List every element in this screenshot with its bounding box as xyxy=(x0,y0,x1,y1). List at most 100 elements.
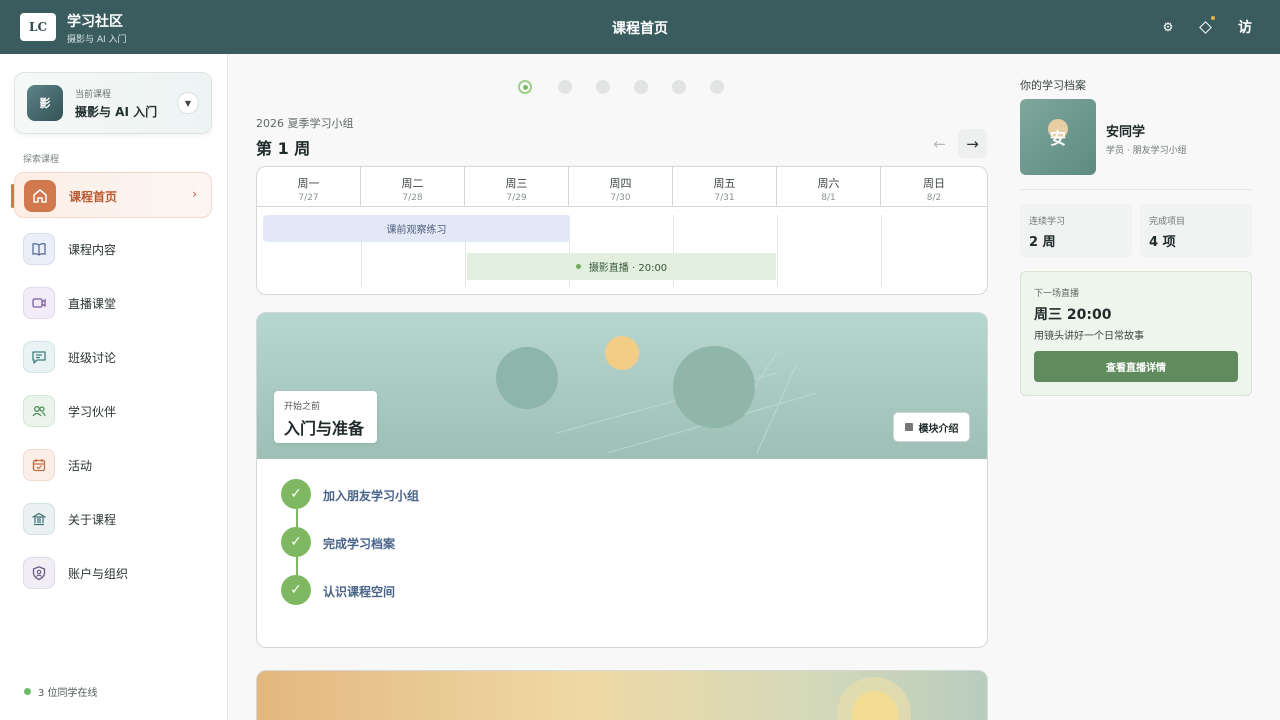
pager-dot[interactable] xyxy=(596,80,610,94)
course-caption: 当前课程 xyxy=(75,90,112,100)
step-label: 认识课程空间 xyxy=(323,585,396,599)
calendar-day: 周一 7/27 xyxy=(257,167,361,207)
pager-dot[interactable] xyxy=(672,80,686,94)
stat-card: 完成项目 4 项 xyxy=(1140,204,1252,257)
module-intro-button[interactable]: 模块介绍 xyxy=(893,412,970,442)
day-date: 8/2 xyxy=(926,193,942,203)
home-icon xyxy=(24,180,56,212)
sun-icon xyxy=(605,336,639,370)
divider xyxy=(1020,189,1252,190)
stat-value: 4 项 xyxy=(1149,235,1176,250)
week-calendar: 周一 7/27 周二 7/28 周三 7/29 周四 7/30 周五 7/31 周六 8/1… xyxy=(256,166,988,295)
sidebar-item-content[interactable]: 课程内容 xyxy=(14,226,212,272)
module-intro-label: 模块介绍 xyxy=(918,423,959,435)
module-title: 入门与准备 xyxy=(284,419,365,438)
profile-avatar[interactable]: 安 xyxy=(1020,99,1096,175)
profile-role: 学员 · 朋友学习小组 xyxy=(1106,146,1187,156)
pager-dot[interactable] xyxy=(558,80,572,94)
calendar-day: 周五 7/31 xyxy=(673,167,777,207)
day-date: 7/28 xyxy=(402,193,423,203)
calendar-header: 周一 7/27 周二 7/28 周三 7/29 周四 7/30 周五 7/31 周六 8/1… xyxy=(257,167,987,207)
day-date: 7/29 xyxy=(506,193,527,203)
check-icon: ✓ xyxy=(281,527,311,557)
stat-caption: 完成项目 xyxy=(1149,217,1186,227)
next-live-card: 下一场直播 周三 20:00 用镜头讲好一个日常故事 查看直播详情 xyxy=(1020,271,1252,396)
event-label: 摄影直播 · 20:00 xyxy=(588,263,668,274)
top-bar: LC 学习社区 摄影与 AI 入门 课程首页 ⚙ 访 xyxy=(0,0,1280,54)
module-banner: 开始之前 入门与准备 模块介绍 xyxy=(257,313,987,459)
group-label: 2026 夏季学习小组 xyxy=(256,117,354,130)
next-module-card[interactable] xyxy=(256,670,988,720)
day-name: 周三 xyxy=(505,177,528,190)
day-name: 周一 xyxy=(297,177,320,190)
institution-icon xyxy=(23,503,55,535)
day-name: 周四 xyxy=(609,177,632,190)
step-label: 加入朋友学习小组 xyxy=(323,489,420,503)
week-title: 第 1 周 xyxy=(256,139,311,158)
day-date: 7/27 xyxy=(298,193,319,203)
sidebar-item-label: 关于课程 xyxy=(68,513,117,527)
calendar-event[interactable]: 课前观察练习 xyxy=(263,215,570,242)
chevron-down-icon[interactable]: ▼ xyxy=(177,92,199,114)
chat-icon xyxy=(23,341,55,373)
sidebar-item-account[interactable]: 账户与组织 xyxy=(14,550,212,596)
live-details-button[interactable]: 查看直播详情 xyxy=(1034,351,1238,382)
profile-name: 安同学 xyxy=(1106,125,1146,140)
stat-value: 2 周 xyxy=(1029,235,1056,250)
arrow-right-icon[interactable]: → xyxy=(958,129,987,158)
live-caption: 下一场直播 xyxy=(1034,289,1080,299)
profile-section-title: 你的学习档案 xyxy=(1020,79,1086,92)
decor-circle xyxy=(496,347,558,409)
day-name: 周五 xyxy=(713,177,736,190)
live-description: 用镜头讲好一个日常故事 xyxy=(1034,331,1144,342)
users-icon xyxy=(23,395,55,427)
grid-line xyxy=(777,215,778,287)
day-date: 8/1 xyxy=(821,193,836,203)
arrow-left-icon[interactable]: ← xyxy=(925,129,954,158)
calendar-event[interactable]: 摄影直播 · 20:00 xyxy=(467,253,776,280)
decor-circle xyxy=(673,346,755,428)
page-title: 课程首页 xyxy=(612,21,668,37)
module-card: 开始之前 入门与准备 模块介绍 ✓ 加入朋友学习小组 ✓ 完成学习档案 ✓ 认识课程空… xyxy=(256,312,988,648)
pager-dot[interactable] xyxy=(710,80,724,94)
course-name: 摄影与 AI 入门 xyxy=(75,105,158,119)
video-icon xyxy=(23,287,55,319)
calendar-day: 周四 7/30 xyxy=(569,167,673,207)
calendar-icon xyxy=(23,449,55,481)
course-thumbnail: 影 xyxy=(27,85,63,121)
day-date: 7/31 xyxy=(714,193,735,203)
pager-dot[interactable] xyxy=(634,80,648,94)
sidebar-item-label: 学习伙伴 xyxy=(68,405,117,419)
sidebar-item-label: 班级讨论 xyxy=(68,351,117,365)
sidebar-item-label: 账户与组织 xyxy=(68,567,129,581)
calendar-day: 周日 8/2 xyxy=(881,167,987,207)
event-label: 课前观察练习 xyxy=(386,225,447,236)
module-caption: 开始之前 xyxy=(284,402,321,412)
sidebar-item-home[interactable]: 课程首页 › xyxy=(11,172,212,218)
sidebar-item-discussion[interactable]: 班级讨论 xyxy=(14,334,212,380)
notification-dot xyxy=(1211,16,1215,20)
shield-user-icon xyxy=(23,557,55,589)
gear-icon[interactable]: ⚙ xyxy=(1159,18,1177,36)
sidebar: 影 当前课程 摄影与 AI 入门 ▼ 探索课程 课程首页 › 课程内容 直播课堂… xyxy=(0,54,228,720)
check-icon: ✓ xyxy=(281,479,311,509)
stat-card: 连续学习 2 周 xyxy=(1020,204,1132,257)
pager-dot[interactable] xyxy=(518,80,532,94)
stat-caption: 连续学习 xyxy=(1029,217,1066,227)
sidebar-item-peers[interactable]: 学习伙伴 xyxy=(14,388,212,434)
live-time: 周三 20:00 xyxy=(1034,307,1112,323)
calendar-day: 周三 7/29 xyxy=(465,167,569,207)
sidebar-item-live[interactable]: 直播课堂 xyxy=(14,280,212,326)
visitor-avatar[interactable]: 访 xyxy=(1236,18,1254,36)
current-course-card[interactable]: 影 当前课程 摄影与 AI 入门 ▼ xyxy=(14,72,212,134)
day-name: 周六 xyxy=(817,177,840,190)
diamond-icon[interactable] xyxy=(1196,16,1215,36)
calendar-day: 周二 7/28 xyxy=(361,167,465,207)
sidebar-item-label: 课程首页 xyxy=(69,190,118,204)
module-tag: 开始之前 入门与准备 xyxy=(274,391,377,443)
sidebar-item-about[interactable]: 关于课程 xyxy=(14,496,212,542)
day-date: 7/30 xyxy=(610,193,631,203)
explore-label: 探索课程 xyxy=(23,155,60,165)
calendar-day: 周六 8/1 xyxy=(777,167,881,207)
sidebar-item-events[interactable]: 活动 xyxy=(14,442,212,488)
